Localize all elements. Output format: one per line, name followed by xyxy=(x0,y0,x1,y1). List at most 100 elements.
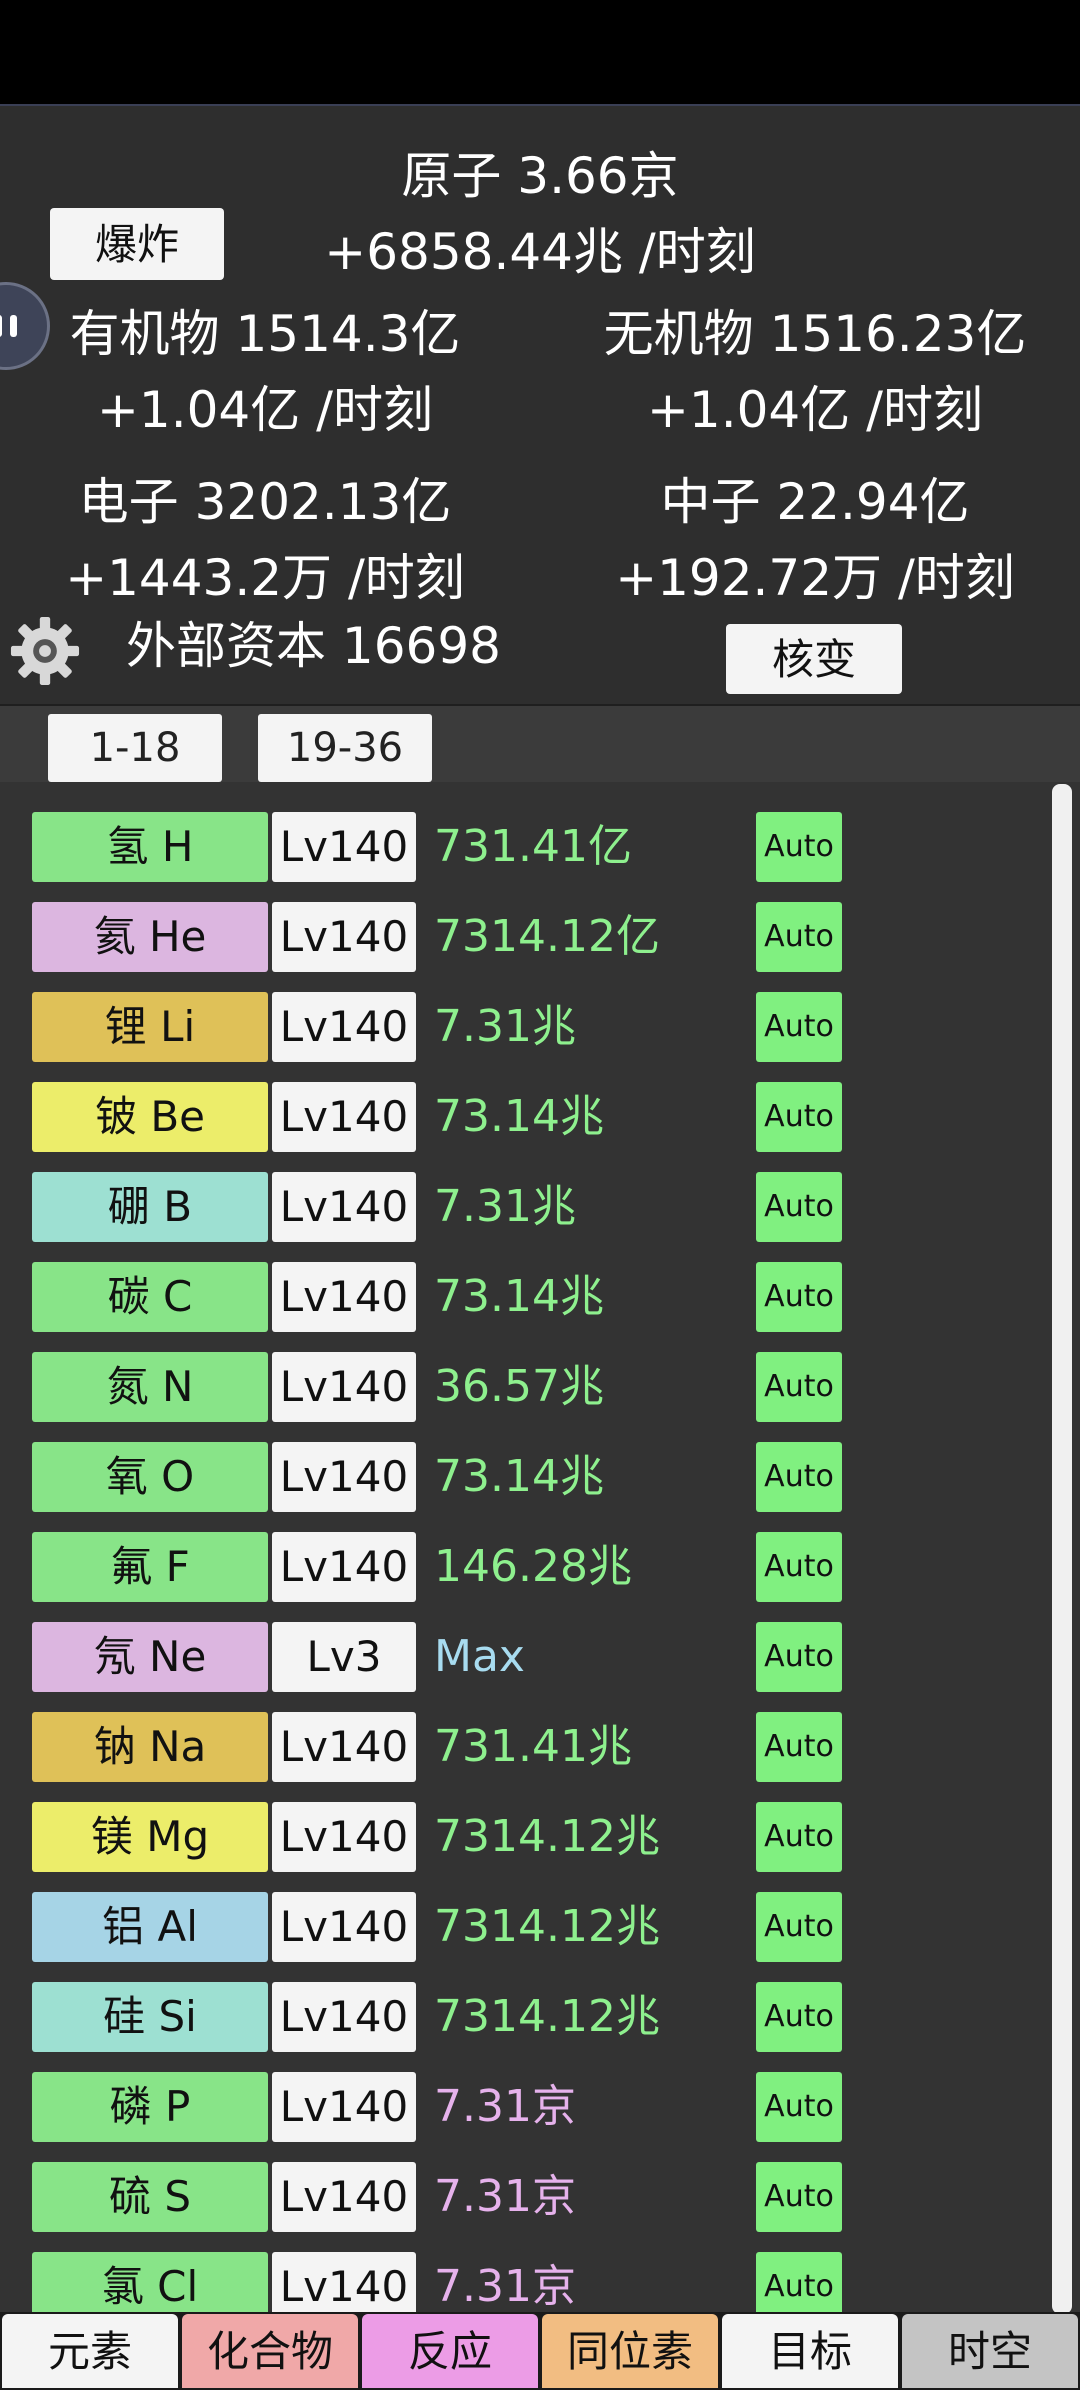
bottom-navigation: 元素 化合物 反应 同位素 目标 时空 xyxy=(0,2312,1080,2390)
auto-toggle-button[interactable]: Auto xyxy=(756,1262,842,1332)
element-upgrade-cost: 73.14兆 xyxy=(434,1091,604,1142)
nav-reactions-tab[interactable]: 反应 xyxy=(362,2314,538,2388)
element-level-button[interactable]: Lv140 xyxy=(272,2252,416,2312)
element-row: 氢 H Lv140 731.41亿 Auto xyxy=(0,812,1050,882)
element-level-button[interactable]: Lv140 xyxy=(272,992,416,1062)
element-name-button[interactable]: 铝 Al xyxy=(32,1892,268,1962)
element-name-button[interactable]: 钠 Na xyxy=(32,1712,268,1782)
list-scrollbar[interactable] xyxy=(1052,784,1072,2314)
element-level-button[interactable]: Lv140 xyxy=(272,1352,416,1422)
element-level-button[interactable]: Lv140 xyxy=(272,1442,416,1512)
element-row: 锂 Li Lv140 7.31兆 Auto xyxy=(0,992,1050,1062)
element-level-button[interactable]: Lv140 xyxy=(272,1172,416,1242)
auto-toggle-button[interactable]: Auto xyxy=(756,1802,842,1872)
element-level-button[interactable]: Lv140 xyxy=(272,1802,416,1872)
auto-toggle-button[interactable]: Auto xyxy=(756,2162,842,2232)
atoms-rate: +6858.44兆 /时刻 xyxy=(324,223,756,281)
element-row: 氟 F Lv140 146.28兆 Auto xyxy=(0,1532,1050,1602)
auto-toggle-button[interactable]: Auto xyxy=(756,1982,842,2052)
auto-toggle-button[interactable]: Auto xyxy=(756,1172,842,1242)
element-upgrade-cost: 73.14兆 xyxy=(434,1451,604,1502)
element-name-button[interactable]: 铍 Be xyxy=(32,1082,268,1152)
element-upgrade-cost: 7314.12亿 xyxy=(434,911,660,962)
auto-toggle-button[interactable]: Auto xyxy=(756,1352,842,1422)
auto-toggle-button[interactable]: Auto xyxy=(756,902,842,972)
element-level-button[interactable]: Lv140 xyxy=(272,2162,416,2232)
fission-button[interactable]: 核变 xyxy=(726,624,902,694)
element-name-button[interactable]: 锂 Li xyxy=(32,992,268,1062)
element-list[interactable]: 氢 H Lv140 731.41亿 Auto 氦 He Lv140 7314.12亿 Auto… xyxy=(0,782,1080,2312)
element-level-button[interactable]: Lv140 xyxy=(272,902,416,972)
status-bar-area xyxy=(0,0,1080,104)
element-row: 硼 B Lv140 7.31兆 Auto xyxy=(0,1172,1050,1242)
auto-toggle-button[interactable]: Auto xyxy=(756,2252,842,2312)
element-upgrade-cost: 7.31京 xyxy=(434,2081,576,2132)
auto-toggle-button[interactable]: Auto xyxy=(756,1712,842,1782)
element-row: 氦 He Lv140 7314.12亿 Auto xyxy=(0,902,1050,972)
auto-toggle-button[interactable]: Auto xyxy=(756,2072,842,2142)
nav-spacetime-tab[interactable]: 时空 xyxy=(902,2314,1078,2388)
element-upgrade-cost: 73.14兆 xyxy=(434,1271,604,1322)
element-level-button[interactable]: Lv140 xyxy=(272,1262,416,1332)
element-name-button[interactable]: 碳 C xyxy=(32,1262,268,1332)
element-level-button[interactable]: Lv140 xyxy=(272,1082,416,1152)
element-row: 氧 O Lv140 73.14兆 Auto xyxy=(0,1442,1050,1512)
organic-count: 有机物 1514.3亿 xyxy=(69,305,461,363)
inorganic-rate: +1.04亿 /时刻 xyxy=(647,381,983,439)
element-row: 硫 S Lv140 7.31京 Auto xyxy=(0,2162,1050,2232)
tab-range-1-18[interactable]: 1-18 xyxy=(48,714,222,782)
tab-range-19-36[interactable]: 19-36 xyxy=(258,714,432,782)
element-upgrade-cost: 731.41兆 xyxy=(434,1721,632,1772)
element-name-button[interactable]: 氢 H xyxy=(32,812,268,882)
settings-gear-icon[interactable] xyxy=(8,614,82,688)
auto-toggle-button[interactable]: Auto xyxy=(756,1622,842,1692)
element-name-button[interactable]: 镁 Mg xyxy=(32,1802,268,1872)
element-name-button[interactable]: 氖 Ne xyxy=(32,1622,268,1692)
nav-goals-tab[interactable]: 目标 xyxy=(722,2314,898,2388)
element-level-button[interactable]: Lv3 xyxy=(272,1622,416,1692)
element-name-button[interactable]: 硅 Si xyxy=(32,1982,268,2052)
nav-compounds-tab[interactable]: 化合物 xyxy=(182,2314,358,2388)
auto-toggle-button[interactable]: Auto xyxy=(756,1892,842,1962)
element-name-button[interactable]: 硫 S xyxy=(32,2162,268,2232)
element-row: 铍 Be Lv140 73.14兆 Auto xyxy=(0,1082,1050,1152)
element-row: 氖 Ne Lv3 Max Auto xyxy=(0,1622,1050,1692)
element-level-button[interactable]: Lv140 xyxy=(272,812,416,882)
external-capital: 外部资本 16698 xyxy=(126,617,501,675)
element-upgrade-cost: Max xyxy=(434,1631,525,1682)
element-upgrade-cost: 7.31京 xyxy=(434,2261,576,2312)
element-range-tabs: 1-18 19-36 xyxy=(0,704,1080,786)
element-level-button[interactable]: Lv140 xyxy=(272,1982,416,2052)
nav-elements-tab[interactable]: 元素 xyxy=(2,2314,178,2388)
element-name-button[interactable]: 氯 Cl xyxy=(32,2252,268,2312)
element-upgrade-cost: 7314.12兆 xyxy=(434,1991,660,2042)
atoms-count: 原子 3.66京 xyxy=(401,147,679,205)
element-upgrade-cost: 36.57兆 xyxy=(434,1361,604,1412)
element-name-button[interactable]: 氮 N xyxy=(32,1352,268,1422)
neutron-rate: +192.72万 /时刻 xyxy=(615,549,1015,607)
element-level-button[interactable]: Lv140 xyxy=(272,1532,416,1602)
element-level-button[interactable]: Lv140 xyxy=(272,1892,416,1962)
element-row: 铝 Al Lv140 7314.12兆 Auto xyxy=(0,1892,1050,1962)
explode-button[interactable]: 爆炸 xyxy=(50,208,224,280)
element-upgrade-cost: 7.31京 xyxy=(434,2171,576,2222)
auto-toggle-button[interactable]: Auto xyxy=(756,812,842,882)
auto-toggle-button[interactable]: Auto xyxy=(756,1442,842,1512)
nav-isotopes-tab[interactable]: 同位素 xyxy=(542,2314,718,2388)
element-upgrade-cost: 7.31兆 xyxy=(434,1181,576,1232)
element-name-button[interactable]: 氦 He xyxy=(32,902,268,972)
resource-header: 原子 3.66京 +6858.44兆 /时刻 爆炸 有机物 1514.3亿 +1… xyxy=(0,104,1080,706)
element-row: 镁 Mg Lv140 7314.12兆 Auto xyxy=(0,1802,1050,1872)
element-level-button[interactable]: Lv140 xyxy=(272,1712,416,1782)
element-name-button[interactable]: 氧 O xyxy=(32,1442,268,1512)
element-name-button[interactable]: 氟 F xyxy=(32,1532,268,1602)
element-upgrade-cost: 7314.12兆 xyxy=(434,1811,660,1862)
element-name-button[interactable]: 磷 P xyxy=(32,2072,268,2142)
element-name-button[interactable]: 硼 B xyxy=(32,1172,268,1242)
auto-toggle-button[interactable]: Auto xyxy=(756,1082,842,1152)
auto-toggle-button[interactable]: Auto xyxy=(756,992,842,1062)
auto-toggle-button[interactable]: Auto xyxy=(756,1532,842,1602)
organic-rate: +1.04亿 /时刻 xyxy=(97,381,433,439)
element-row: 碳 C Lv140 73.14兆 Auto xyxy=(0,1262,1050,1332)
element-level-button[interactable]: Lv140 xyxy=(272,2072,416,2142)
